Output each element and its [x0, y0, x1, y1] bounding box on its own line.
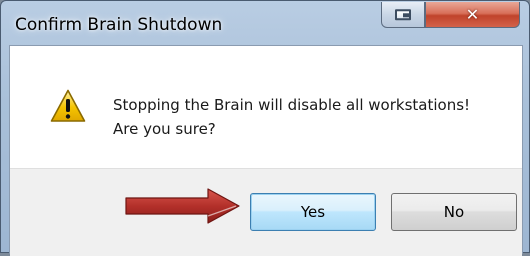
dialog-message: Stopping the Brain will disable all work… [113, 93, 470, 141]
close-icon: ✕ [465, 4, 480, 24]
button-strip: Yes No [10, 168, 522, 256]
restore-icon [395, 8, 411, 20]
restore-button[interactable] [381, 2, 425, 28]
message-line-1: Stopping the Brain will disable all work… [113, 96, 471, 114]
no-button[interactable]: No [391, 193, 517, 231]
message-line-2: Are you sure? [113, 120, 216, 138]
close-button[interactable]: ✕ [425, 2, 520, 28]
warning-icon [50, 89, 86, 122]
yes-button[interactable]: Yes [250, 193, 376, 231]
window-title: Confirm Brain Shutdown [15, 15, 223, 35]
red-arrow-icon [125, 188, 240, 224]
dialog-window: Confirm Brain Shutdown ✕ Stopping the Br… [0, 0, 530, 256]
message-area: Stopping the Brain will disable all work… [10, 46, 522, 168]
dialog-body: Stopping the Brain will disable all work… [9, 45, 523, 256]
title-bar[interactable]: Confirm Brain Shutdown ✕ [1, 1, 529, 45]
